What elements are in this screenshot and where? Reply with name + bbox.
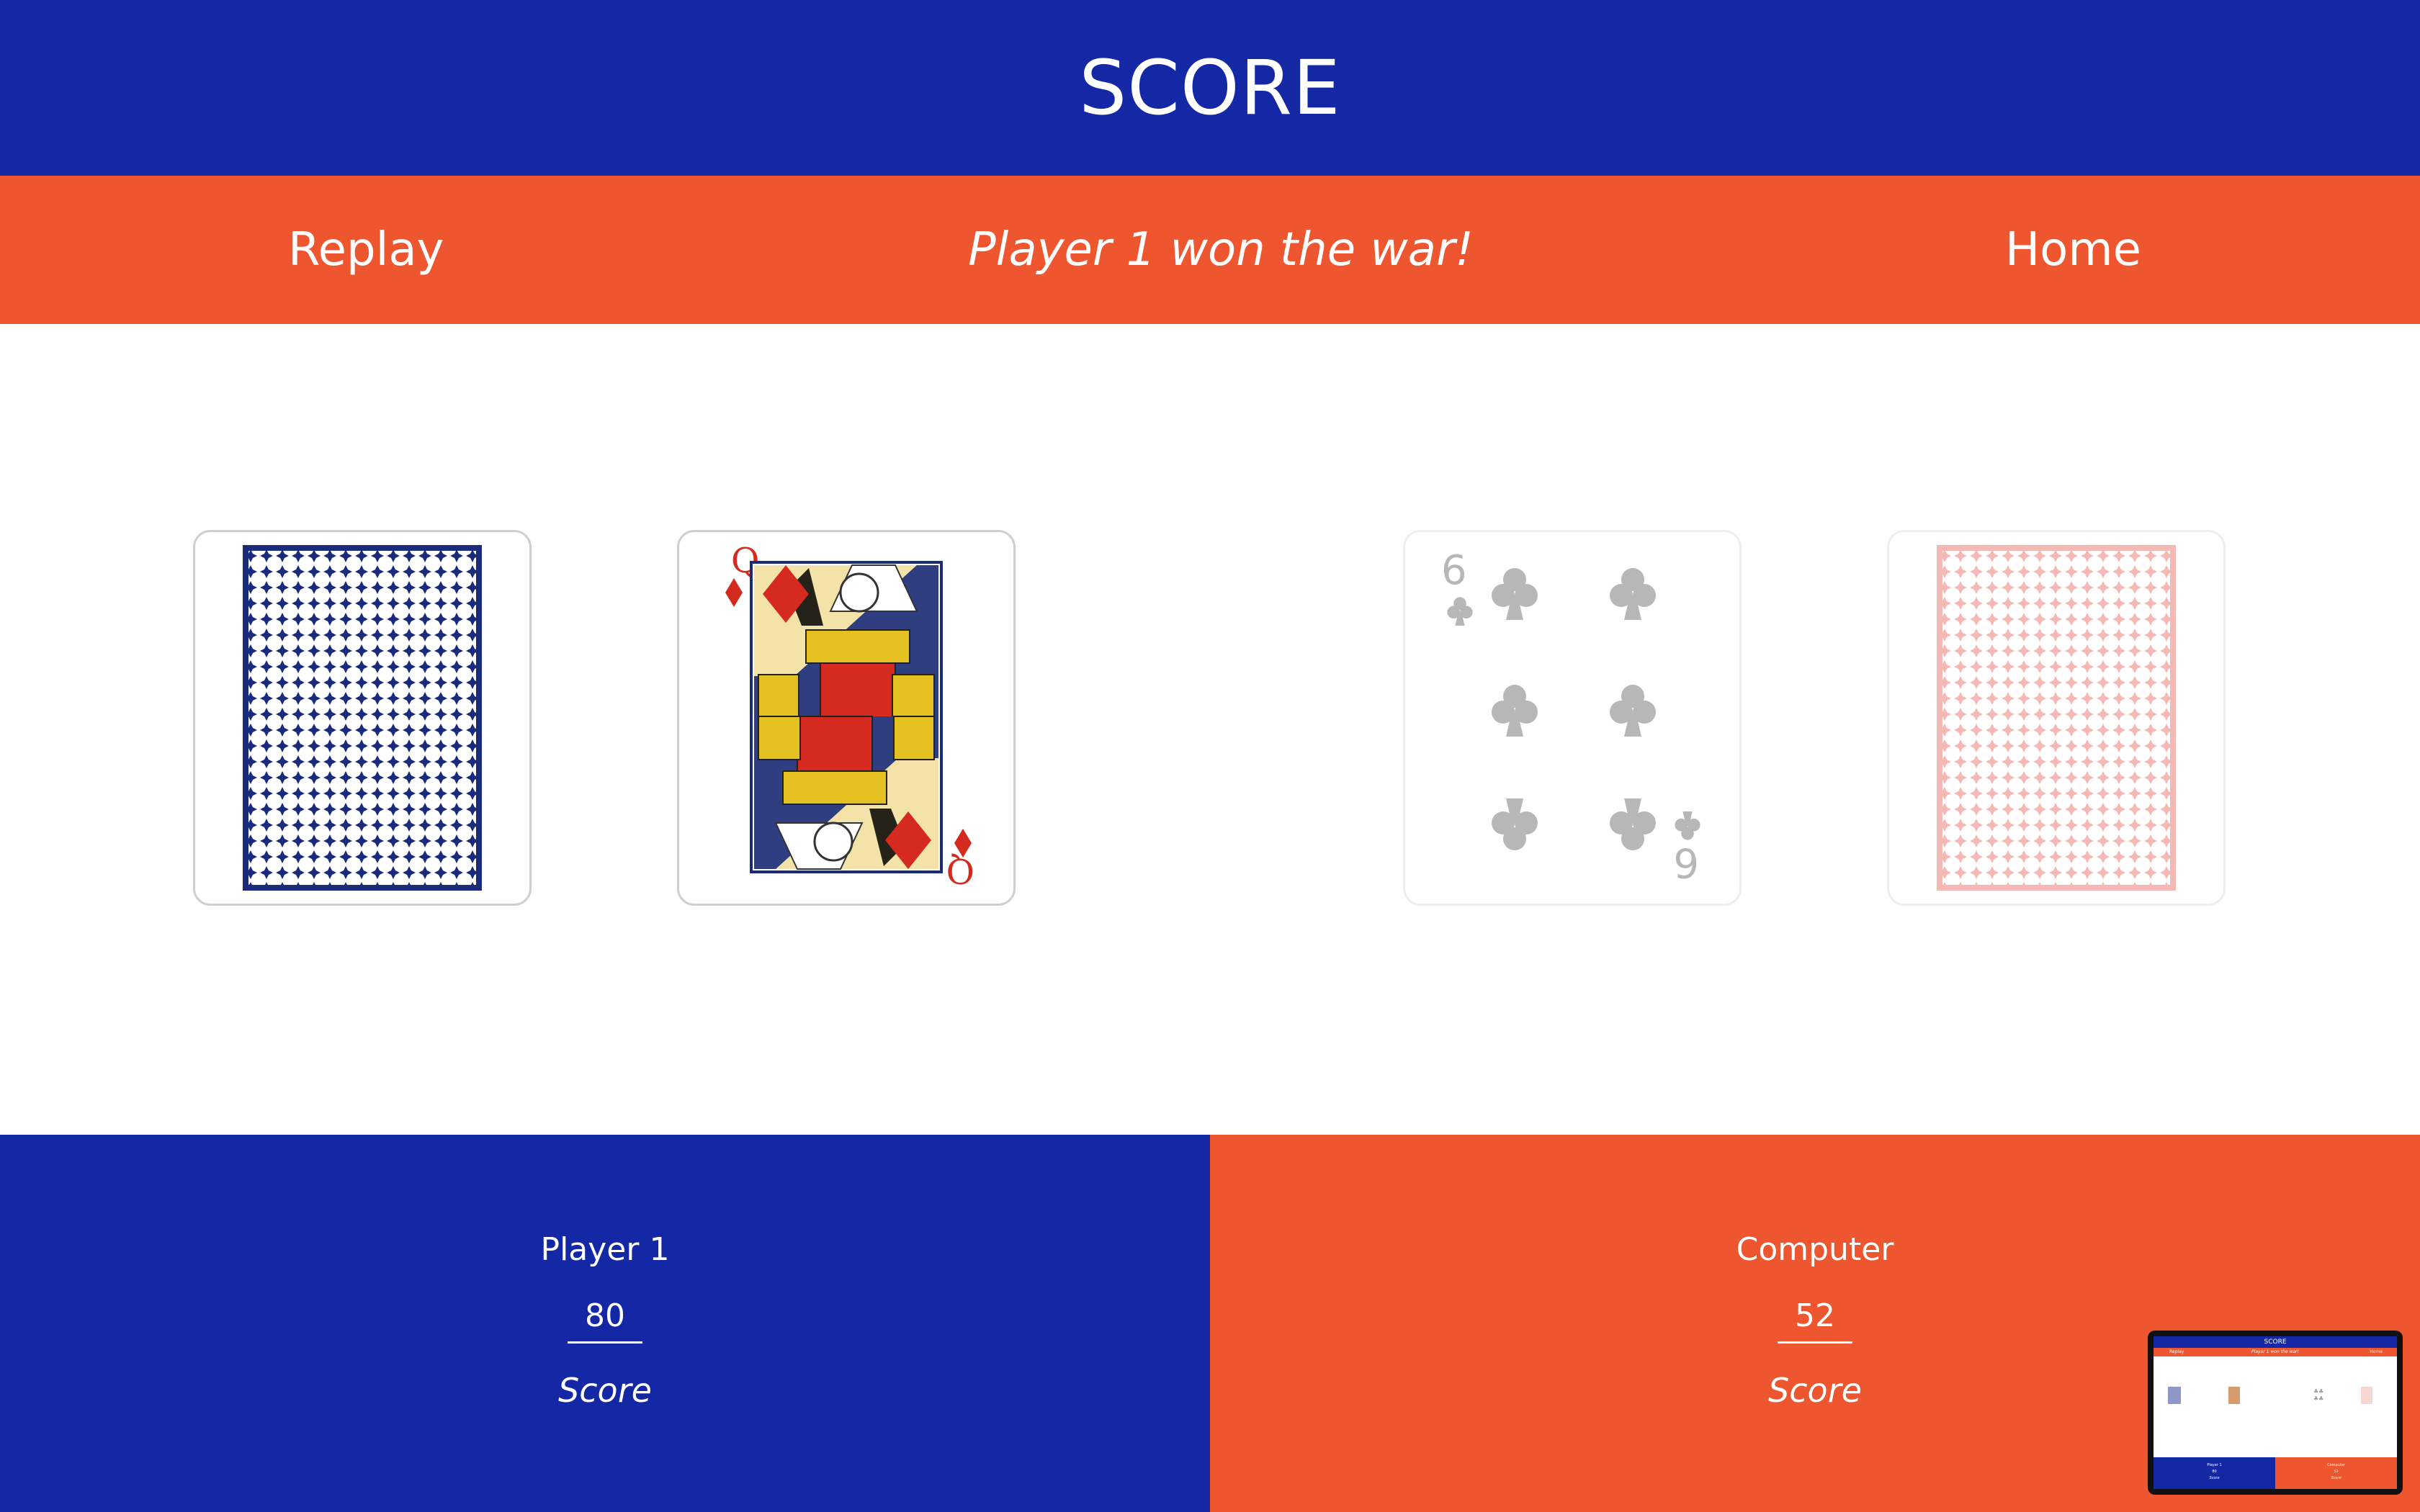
player-score-panel: Player 1 80 Score <box>0 1135 1210 1512</box>
thumbnail-computer-panel: Computer 52 Score <box>2275 1457 2397 1489</box>
thumbnail-title: SCORE <box>2154 1336 2397 1348</box>
thumbnail-player-panel: Player 1 80 Score <box>2154 1457 2275 1489</box>
thumbnail-nav: Replay Player 1 won the war! Home <box>2154 1348 2397 1356</box>
club-icon <box>1492 798 1538 850</box>
thumbnail-card: ♣♣ ♣♣ <box>2313 1388 2324 1402</box>
thumbnail-home: Home <box>2370 1349 2383 1354</box>
header-bar: SCORE <box>0 0 2420 176</box>
thumbnail-player-name: Player 1 <box>2207 1463 2222 1467</box>
nav-bar: Replay Player 1 won the war! Home <box>0 176 2420 324</box>
page-title: SCORE <box>1079 44 1341 132</box>
thumbnail-computer-name: Computer <box>2327 1463 2345 1467</box>
thumbnail-status: Player 1 won the war! <box>2251 1349 2299 1354</box>
club-icon <box>1492 568 1538 620</box>
club-icon <box>1610 798 1656 850</box>
card-rank-label: 6 <box>1673 839 1699 886</box>
diamond-icon <box>725 578 743 607</box>
player-score-label: Score <box>558 1371 652 1410</box>
thumbnail-card <box>2361 1387 2372 1404</box>
thumbnail-player-score-label: Score <box>2209 1476 2220 1480</box>
computer-deck-card[interactable] <box>1887 530 2226 906</box>
screen-preview-thumbnail[interactable]: SCORE Replay Player 1 won the war! Home … <box>2148 1331 2403 1495</box>
club-icon <box>1675 811 1700 840</box>
club-icon <box>1610 568 1656 620</box>
thumbnail-card <box>2228 1387 2240 1404</box>
thumbnail-card <box>2168 1387 2181 1404</box>
computer-score: 52 <box>1778 1297 1852 1344</box>
player-score: 80 <box>568 1297 642 1344</box>
card-rank-label: Q <box>946 850 974 891</box>
home-button[interactable]: Home <box>2005 176 2141 324</box>
thumbnail-player-score: 80 <box>2212 1470 2217 1474</box>
player-name: Player 1 <box>540 1231 670 1268</box>
club-icon <box>1492 685 1538 737</box>
player-deck-card[interactable] <box>193 530 532 906</box>
card-rank-label: 6 <box>1441 547 1467 594</box>
player-played-card[interactable]: Q Q <box>677 530 1016 906</box>
computer-name: Computer <box>1736 1231 1894 1268</box>
thumbnail-computer-score: 52 <box>2334 1470 2339 1474</box>
thumbnail-computer-score-label: Score <box>2331 1476 2341 1480</box>
computer-played-card[interactable]: 6 6 <box>1403 530 1742 906</box>
club-icon <box>1447 597 1473 626</box>
club-icon <box>1610 685 1656 737</box>
